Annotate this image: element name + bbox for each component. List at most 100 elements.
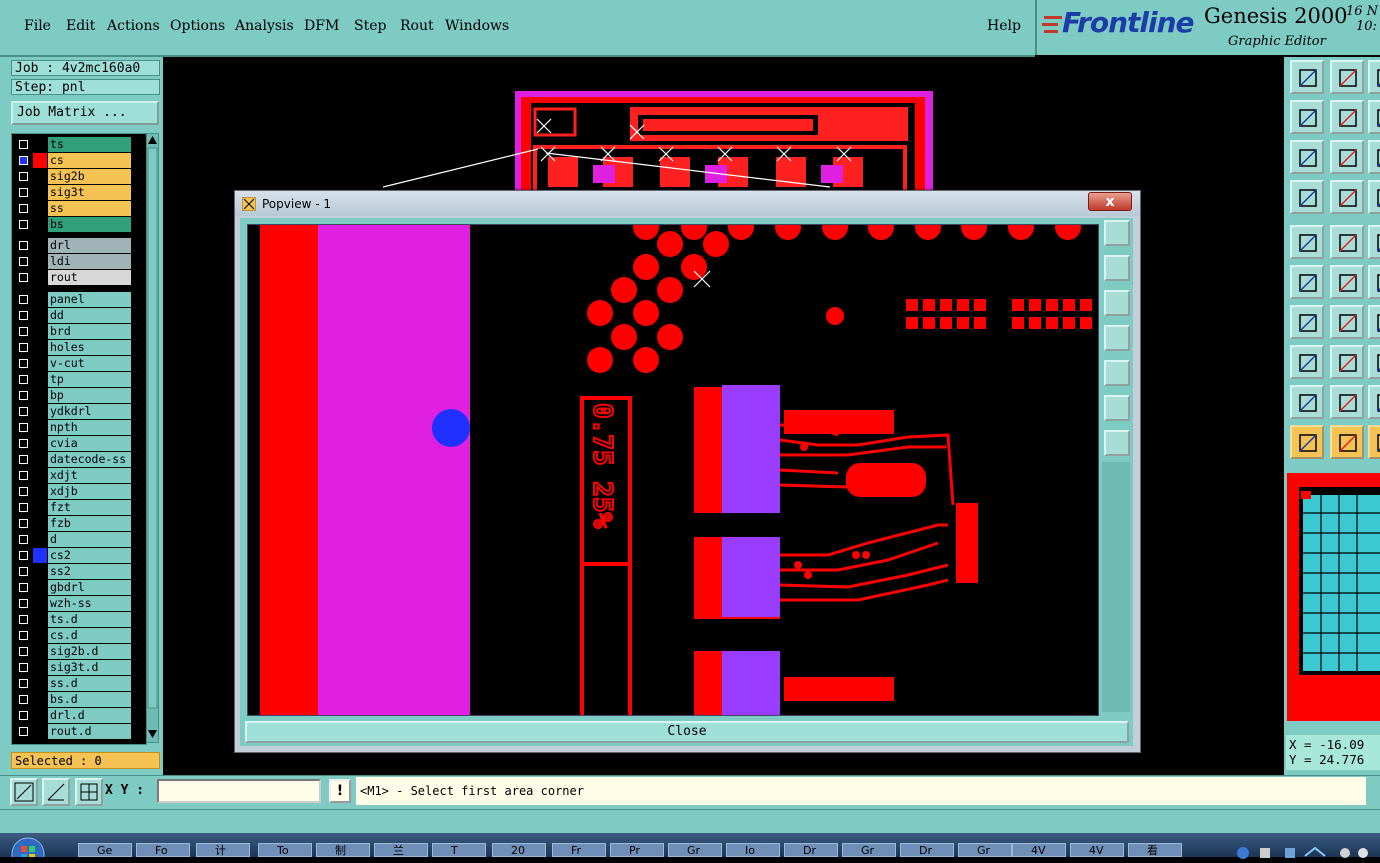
layer-color-swatch[interactable]: [33, 153, 47, 168]
layer-name[interactable]: fzt: [48, 500, 131, 515]
layer-row[interactable]: bs.d: [12, 692, 146, 707]
layer-checkbox[interactable]: [19, 455, 28, 464]
taskbar-item[interactable]: Fo: [136, 843, 190, 857]
taskbar-item[interactable]: Io: [726, 843, 780, 857]
layer-color-swatch[interactable]: [33, 580, 47, 595]
layer-checkbox[interactable]: [19, 295, 28, 304]
layer-row[interactable]: xdjb: [12, 484, 146, 499]
layer-checkbox[interactable]: [19, 220, 28, 229]
layer-checkbox[interactable]: [19, 359, 28, 368]
tool-button[interactable]: [1368, 100, 1380, 134]
layer-row[interactable]: gbdrl: [12, 580, 146, 595]
tool-button[interactable]: [1290, 345, 1324, 379]
layer-checkbox[interactable]: [19, 647, 28, 656]
layer-row[interactable]: ss: [12, 201, 146, 216]
popview-zoom-fit-button[interactable]: [1104, 395, 1130, 421]
xy-input[interactable]: [157, 779, 321, 803]
layer-checkbox[interactable]: [19, 241, 28, 250]
layer-checkbox[interactable]: [19, 204, 28, 213]
layer-row[interactable]: sig2b.d: [12, 644, 146, 659]
layer-checkbox[interactable]: [19, 156, 28, 165]
layer-row[interactable]: sig3t: [12, 185, 146, 200]
taskbar-item[interactable]: Pr: [610, 843, 664, 857]
layer-row[interactable]: dd: [12, 308, 146, 323]
layer-checkbox[interactable]: [19, 423, 28, 432]
popview-canvas[interactable]: 0.75 25%: [247, 224, 1099, 716]
layer-name[interactable]: panel: [48, 292, 131, 307]
layer-name[interactable]: brd: [48, 324, 131, 339]
taskbar-item[interactable]: 20: [492, 843, 546, 857]
layer-color-swatch[interactable]: [33, 628, 47, 643]
tool-button[interactable]: [1330, 385, 1364, 419]
layer-name[interactable]: d: [48, 532, 131, 547]
taskbar-item[interactable]: 4V: [1070, 843, 1124, 857]
job-matrix-button[interactable]: Job Matrix ...: [11, 101, 159, 125]
layer-row[interactable]: cs: [12, 153, 146, 168]
layer-checkbox[interactable]: [19, 503, 28, 512]
layer-color-swatch[interactable]: [33, 564, 47, 579]
tool-button[interactable]: [1290, 100, 1324, 134]
popview-pan-up-button[interactable]: [1104, 255, 1130, 281]
taskbar-item[interactable]: To: [258, 843, 312, 857]
taskbar-item[interactable]: Fr: [552, 843, 606, 857]
layer-name[interactable]: tp: [48, 372, 131, 387]
layer-name[interactable]: dd: [48, 308, 131, 323]
layer-name[interactable]: ldi: [48, 254, 131, 269]
layer-color-swatch[interactable]: [33, 169, 47, 184]
layer-name[interactable]: sig3t.d: [48, 660, 131, 675]
layer-color-swatch[interactable]: [33, 340, 47, 355]
layer-color-swatch[interactable]: [33, 356, 47, 371]
menu-rout[interactable]: Rout: [400, 18, 434, 34]
layer-name[interactable]: gbdrl: [48, 580, 131, 595]
tool-button[interactable]: [1290, 225, 1324, 259]
layer-color-swatch[interactable]: [33, 137, 47, 152]
layer-name[interactable]: xdjb: [48, 484, 131, 499]
tool-button[interactable]: [1368, 345, 1380, 379]
taskbar-item[interactable]: Gr: [668, 843, 722, 857]
layer-color-swatch[interactable]: [33, 468, 47, 483]
layer-row[interactable]: cvia: [12, 436, 146, 451]
popview-pan-right-button[interactable]: [1104, 360, 1130, 386]
taskbar-item[interactable]: 制: [316, 843, 370, 857]
layer-color-swatch[interactable]: [33, 644, 47, 659]
menu-edit[interactable]: Edit: [66, 18, 95, 34]
layer-row[interactable]: ldi: [12, 254, 146, 269]
layer-name[interactable]: ts: [48, 137, 131, 152]
popview-titlebar[interactable]: Popview - 1 x: [235, 191, 1140, 216]
layer-name[interactable]: sig2b: [48, 169, 131, 184]
layer-row[interactable]: ydkdrl: [12, 404, 146, 419]
tool-button[interactable]: [1290, 180, 1324, 214]
layer-row[interactable]: cs.d: [12, 628, 146, 643]
layer-color-swatch[interactable]: [33, 548, 47, 563]
layer-row[interactable]: ts: [12, 137, 146, 152]
layer-row[interactable]: ss.d: [12, 676, 146, 691]
layer-row[interactable]: brd: [12, 324, 146, 339]
layer-checkbox[interactable]: [19, 663, 28, 672]
layer-row[interactable]: panel: [12, 292, 146, 307]
tool-button[interactable]: [1290, 385, 1324, 419]
layer-name[interactable]: npth: [48, 420, 131, 435]
layer-row[interactable]: fzb: [12, 516, 146, 531]
layer-checkbox[interactable]: [19, 391, 28, 400]
tool-button[interactable]: [1368, 225, 1380, 259]
tool-button[interactable]: [1290, 140, 1324, 174]
layer-checkbox[interactable]: [19, 140, 28, 149]
menu-windows[interactable]: Windows: [445, 18, 509, 34]
tool-button[interactable]: [1330, 60, 1364, 94]
layer-checkbox[interactable]: [19, 631, 28, 640]
layer-checkbox[interactable]: [19, 535, 28, 544]
layer-color-swatch[interactable]: [33, 388, 47, 403]
layer-color-swatch[interactable]: [33, 484, 47, 499]
layer-name[interactable]: ydkdrl: [48, 404, 131, 419]
layer-row[interactable]: drl: [12, 238, 146, 253]
layer-name[interactable]: rout.d: [48, 724, 131, 739]
layer-checkbox[interactable]: [19, 439, 28, 448]
layer-color-swatch[interactable]: [33, 692, 47, 707]
layer-row[interactable]: sig2b: [12, 169, 146, 184]
layer-checkbox[interactable]: [19, 519, 28, 528]
layer-name[interactable]: wzh-ss: [48, 596, 131, 611]
layer-row[interactable]: wzh-ss: [12, 596, 146, 611]
exclaim-button[interactable]: !: [329, 779, 351, 803]
layer-name[interactable]: bs: [48, 217, 131, 232]
layer-name[interactable]: v-cut: [48, 356, 131, 371]
